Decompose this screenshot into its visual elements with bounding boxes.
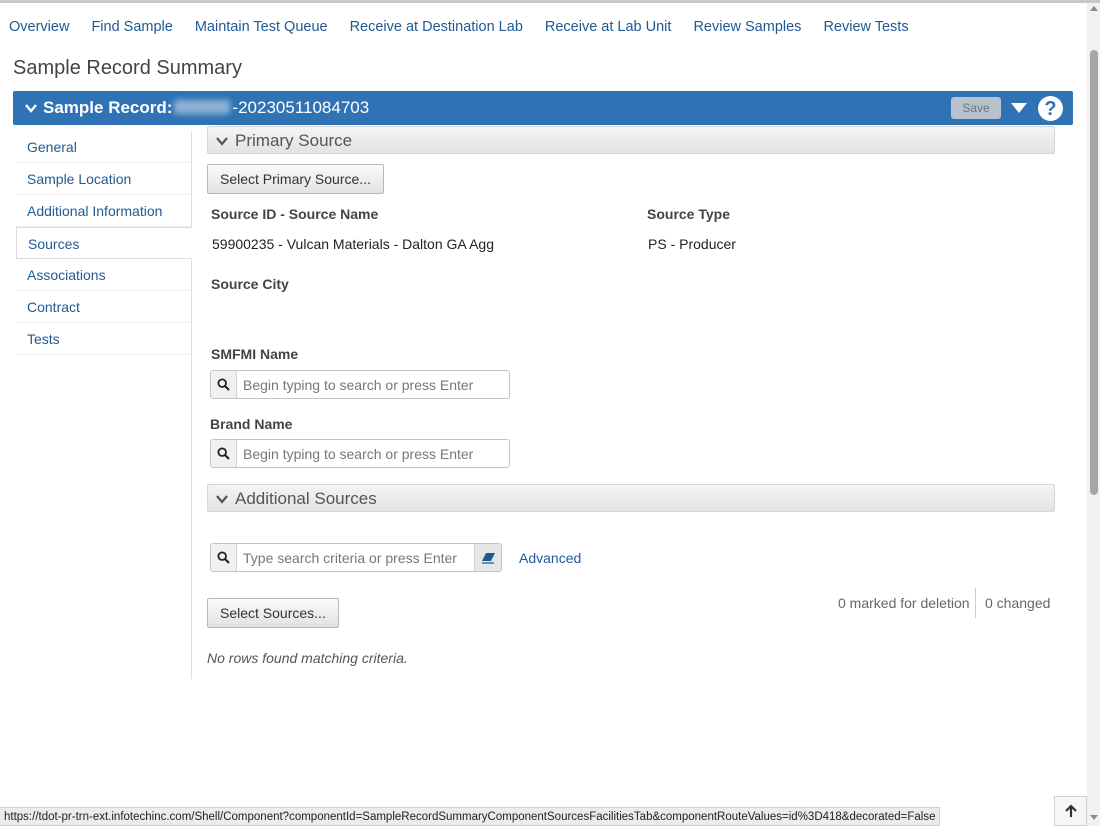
record-label: Sample Record:: [43, 98, 173, 117]
nav-find-sample[interactable]: Find Sample: [91, 19, 172, 35]
arrow-up-icon: [1064, 804, 1077, 817]
sidebar-item-sources[interactable]: Sources: [16, 227, 192, 259]
eraser-icon[interactable]: [474, 544, 501, 571]
smfmi-name-label: SMFMI Name: [211, 346, 299, 362]
sidebar-item-associations[interactable]: Associations: [16, 259, 191, 291]
source-type-value: PS - Producer: [648, 236, 736, 252]
source-type-label: Source Type: [647, 206, 730, 222]
top-nav: Overview Find Sample Maintain Test Queue…: [9, 19, 909, 35]
back-to-top-button[interactable]: [1054, 796, 1087, 826]
caret-down-icon[interactable]: [1011, 103, 1027, 113]
sidebar-item-general[interactable]: General: [16, 131, 191, 163]
brand-name-label: Brand Name: [210, 416, 293, 432]
nav-review-samples[interactable]: Review Samples: [693, 19, 801, 35]
scroll-up-arrow-icon[interactable]: [1090, 6, 1098, 11]
advanced-search-link[interactable]: Advanced: [519, 550, 581, 566]
source-city-label: Source City: [211, 276, 289, 292]
chevron-down-icon: [216, 137, 228, 146]
sidebar-item-tests[interactable]: Tests: [16, 323, 191, 355]
scrollbar-thumb[interactable]: [1090, 50, 1098, 495]
sources-search-input[interactable]: [237, 544, 474, 571]
select-sources-button[interactable]: Select Sources...: [207, 598, 339, 628]
additional-sources-title: Additional Sources: [235, 489, 377, 508]
source-id-label: Source ID - Source Name: [211, 206, 379, 222]
chevron-down-icon: [216, 495, 228, 504]
scroll-down-arrow-icon[interactable]: [1090, 815, 1098, 820]
sidebar-item-additional-information[interactable]: Additional Information: [16, 195, 191, 227]
save-button[interactable]: Save: [951, 97, 1001, 119]
brand-name-input[interactable]: [237, 440, 509, 467]
nav-overview[interactable]: Overview: [9, 19, 69, 35]
chevron-down-icon[interactable]: [25, 102, 37, 114]
record-id: -20230511084703: [232, 98, 370, 117]
nav-receive-destination-lab[interactable]: Receive at Destination Lab: [350, 19, 523, 35]
smfmi-name-input[interactable]: [237, 371, 509, 398]
brand-search-box: [210, 439, 510, 468]
source-id-value: 59900235 - Vulcan Materials - Dalton GA …: [212, 236, 494, 252]
search-icon[interactable]: [211, 440, 237, 467]
record-header: Sample Record: -20230511084703 Save ?: [13, 91, 1073, 125]
primary-source-title: Primary Source: [235, 131, 353, 150]
sidebar-item-sample-location[interactable]: Sample Location: [16, 163, 191, 195]
empty-rows-message: No rows found matching criteria.: [207, 650, 408, 666]
marked-for-deletion-count: 0 marked for deletion: [838, 595, 970, 611]
redacted-id: [174, 100, 231, 114]
smfmi-search-box: [210, 370, 510, 399]
changed-count: 0 changed: [985, 595, 1051, 611]
nav-review-tests[interactable]: Review Tests: [823, 19, 908, 35]
sidebar-item-contract[interactable]: Contract: [16, 291, 191, 323]
window-top-border: [0, 0, 1100, 3]
additional-sources-header[interactable]: Additional Sources: [207, 484, 1055, 512]
sources-search-box: [210, 543, 502, 572]
sidebar: General Sample Location Additional Infor…: [16, 131, 192, 679]
status-bar-url: https://tdot-pr-trn-ext.infotechinc.com/…: [0, 807, 941, 826]
page-title: Sample Record Summary: [13, 57, 242, 79]
search-icon[interactable]: [211, 544, 237, 571]
select-primary-source-button[interactable]: Select Primary Source...: [207, 164, 384, 194]
nav-maintain-test-queue[interactable]: Maintain Test Queue: [195, 19, 328, 35]
nav-receive-lab-unit[interactable]: Receive at Lab Unit: [545, 19, 672, 35]
record-title: Sample Record: -20230511084703: [43, 98, 369, 118]
count-divider: [975, 588, 976, 618]
search-icon[interactable]: [211, 371, 237, 398]
primary-source-header[interactable]: Primary Source: [207, 126, 1055, 154]
help-icon[interactable]: ?: [1038, 96, 1063, 121]
